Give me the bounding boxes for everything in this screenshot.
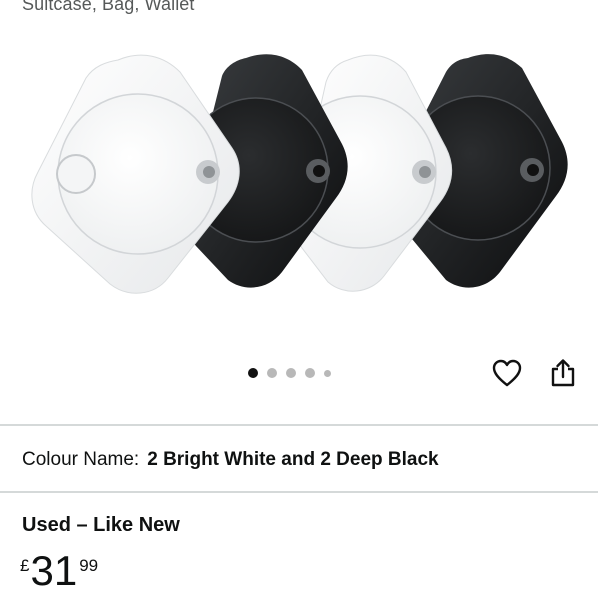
pagination-dot-2[interactable] [267, 368, 277, 378]
price-whole: 31 [30, 547, 78, 594]
favorite-button[interactable] [490, 358, 524, 392]
pagination-dot-1[interactable] [248, 368, 258, 378]
share-button[interactable] [546, 358, 580, 392]
pagination-dot-4[interactable] [305, 368, 315, 378]
price-fraction: 99 [79, 556, 99, 575]
pagination-dot-3[interactable] [286, 368, 296, 378]
product-image-gallery[interactable] [0, 30, 598, 360]
heart-icon [492, 359, 522, 392]
item-condition: Used – Like New [22, 514, 180, 536]
colour-name-value: 2 Bright White and 2 Deep Black [147, 449, 439, 470]
price: £ 31 99 [20, 548, 98, 594]
section-divider [0, 424, 598, 426]
pagination-dot-5[interactable] [324, 369, 331, 377]
colour-selector[interactable]: Colour Name: 2 Bright White and 2 Deep B… [22, 449, 439, 471]
product-subtitle: Suitcase, Bag, Wallet [22, 0, 195, 14]
price-currency-symbol: £ [20, 556, 30, 575]
share-icon [549, 358, 577, 393]
product-image[interactable] [0, 30, 598, 360]
image-pagination-dots[interactable] [248, 368, 331, 378]
colour-name-label: Colour Name: [22, 449, 140, 470]
section-divider [0, 491, 598, 493]
